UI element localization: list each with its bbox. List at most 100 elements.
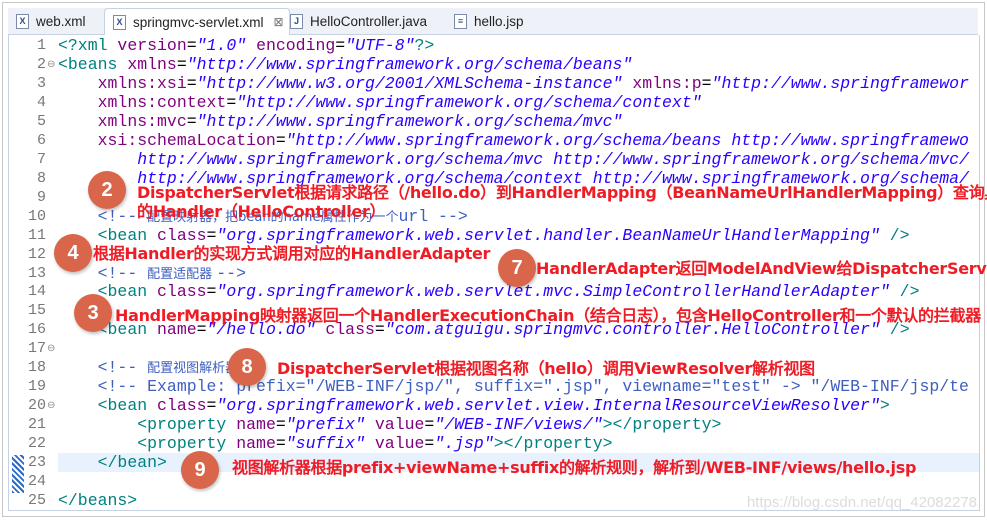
token-txt: = [206, 225, 217, 245]
token-val: "1.0" [196, 36, 247, 55]
line-number: 16 [27, 321, 46, 339]
line-number: 19 [27, 378, 46, 396]
fold-toggle-icon[interactable]: ⊖ [47, 55, 55, 74]
step-annotation-7: HandlerAdapter返回ModelAndView给DispatcherS… [536, 259, 987, 278]
line-number: 22 [27, 435, 46, 453]
code-line: <!-- Example: prefix="/WEB-INF/jsp/", su… [58, 377, 978, 396]
token-txt: = [275, 434, 286, 454]
token-attr: xmlns:context [97, 92, 227, 112]
token-txt: = [424, 434, 435, 454]
fold-toggle-icon[interactable]: ⊖ [47, 396, 55, 415]
token-tag: <beans [58, 54, 128, 74]
token-tag: <property [137, 434, 237, 454]
watermark: https://blog.csdn.net/qq_42082278 [746, 494, 977, 511]
line-number: 21 [27, 416, 46, 434]
jsp-file-icon: ≡ [454, 14, 467, 29]
token-txt: = [186, 73, 197, 93]
token-txt: = [701, 73, 712, 93]
token-tag: /> [879, 225, 910, 245]
line-number: 6 [36, 131, 46, 149]
token-attr: version [117, 36, 187, 55]
tab-web-xml[interactable]: Xweb.xml [8, 10, 108, 33]
line-number: 11 [27, 226, 46, 244]
step-badge-8: 8 [228, 348, 266, 386]
token-tag: ?> [414, 36, 435, 55]
line-number: 4 [36, 93, 46, 111]
line-number: 7 [36, 150, 46, 168]
token-txt: = [335, 36, 346, 55]
token-tag: ></property> [493, 434, 613, 454]
token-tag: <bean [97, 396, 158, 416]
token-attr: class [157, 282, 207, 302]
token-val: "org.springframework.web.servlet.handler… [216, 225, 880, 245]
step-annotation-3: HandlerMapping映射器返回一个HandlerExecutionCha… [115, 306, 981, 325]
token-val: "http://www.springframework.org/schema/b… [186, 54, 633, 74]
code-line: xsi:schemaLocation="http://www.springfra… [58, 131, 978, 150]
tab-hellocontroller-java[interactable]: J HelloController.java [282, 10, 452, 33]
java-file-icon: J [290, 14, 303, 29]
line-number: 20 [27, 397, 46, 415]
step-annotation-2: 的Handler（HelloController） [137, 202, 386, 221]
token-val: "UTF-8" [345, 36, 415, 55]
token-tag: > [879, 396, 890, 416]
token-attr: name [236, 415, 276, 435]
step-badge-4: 4 [54, 234, 92, 272]
tab-hello-jsp[interactable]: ≡ hello.jsp [446, 10, 554, 33]
code-line: http://www.springframework.org/schema/mv… [58, 150, 978, 169]
tab-label: springmvc-servlet.xml [133, 14, 264, 30]
line-number: 14 [27, 283, 46, 301]
token-val: http://www.springframework.org/schema/mv… [137, 149, 969, 169]
token-tag: <?xml [58, 36, 118, 55]
token-val: "http://www.springframewor [711, 73, 969, 93]
line-number: 18 [27, 359, 46, 377]
step-badge-9: 9 [181, 451, 219, 489]
step-badge-7: 7 [498, 249, 536, 287]
token-val: ".jsp" [434, 434, 494, 454]
line-number: 13 [27, 264, 46, 282]
line-number: 9 [36, 188, 46, 206]
token-attr: value [374, 415, 425, 435]
token-cjk: 配置视图解析器 [147, 361, 239, 377]
token-attr: class [157, 396, 207, 416]
token-val: "org.springframework.web.servlet.view.In… [216, 396, 880, 416]
tab-springmvc-servlet-xml[interactable]: Xspringmvc-servlet.xml ⊠ [104, 8, 290, 35]
code-line: xmlns:mvc="http://www.springframework.or… [58, 112, 978, 131]
token-tag: <property [137, 415, 237, 435]
token-com: --> [216, 263, 246, 283]
token-attr: xsi:schemaLocation [97, 130, 276, 150]
token-com: url --> [398, 206, 468, 226]
code-line: <?xml version="1.0" encoding="UTF-8"?> [58, 36, 978, 55]
token-txt: = [176, 54, 187, 74]
token-tag: ></property> [602, 415, 722, 435]
token-tag: <bean [97, 225, 158, 245]
line-number: 17 [27, 340, 46, 358]
line-number: 12 [27, 245, 46, 263]
tab-label: web.xml [36, 14, 86, 29]
line-number: 25 [27, 492, 46, 510]
token-attr: encoding [256, 36, 336, 55]
line-number: 5 [36, 112, 46, 130]
token-cjk: 配置适配器 [147, 266, 217, 282]
token-txt: = [275, 130, 286, 150]
fold-toggle-icon[interactable]: ⊖ [47, 339, 55, 358]
step-annotation-2: DispatcherServlet根据请求路径（/hello.do）到Handl… [137, 183, 987, 202]
token-val: "/WEB-INF/views/" [434, 415, 603, 435]
token-attr: name [236, 434, 276, 454]
token-attr: class [157, 225, 207, 245]
xml-file-icon: X [16, 14, 29, 29]
token-tag: /> [889, 282, 920, 302]
token-attr: xmlns:xsi [97, 73, 187, 93]
token-val: "org.springframework.web.servlet.mvc.Sim… [216, 282, 890, 302]
code-line: <beans xmlns="http://www.springframework… [58, 55, 978, 74]
